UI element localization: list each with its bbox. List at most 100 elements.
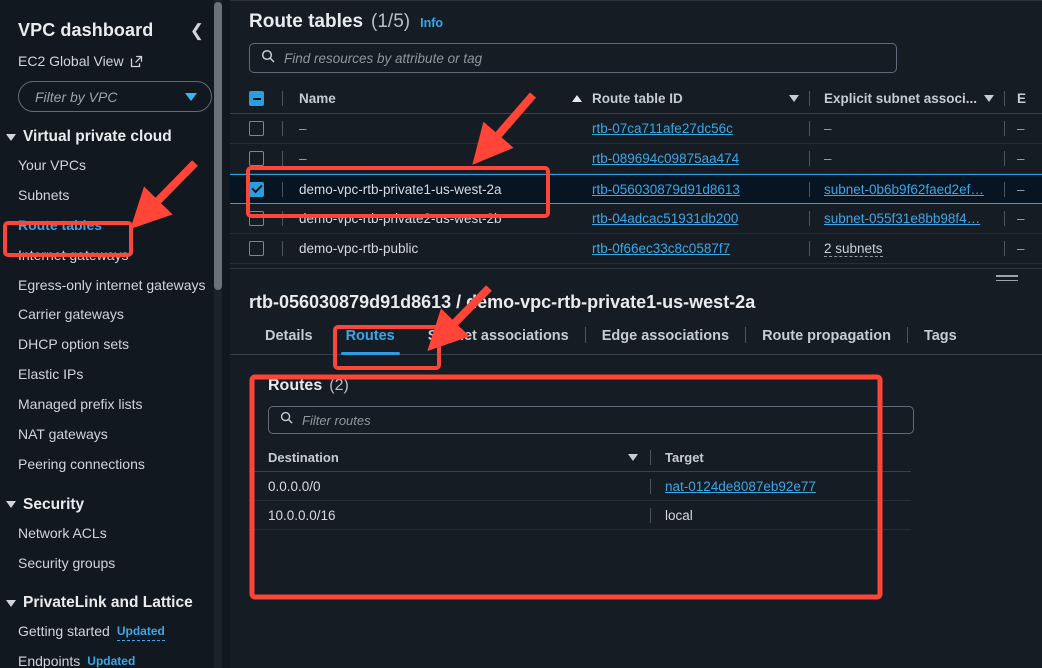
row-checkbox-cell — [249, 121, 282, 136]
column-header-explicit-subnet[interactable]: Explicit subnet associ... — [824, 91, 1004, 106]
explicit-subnet-value[interactable]: subnet-055f31e8bb98f4… — [824, 211, 980, 226]
cell-name: – — [299, 121, 592, 136]
sidebar-item-nat-gateways[interactable]: NAT gateways — [0, 420, 230, 450]
route-table-id-link[interactable]: rtb-056030879d91d8613 — [592, 182, 740, 197]
tab-route-propagation[interactable]: Route propagation — [746, 328, 907, 354]
sidebar-item-dhcp-option-sets[interactable]: DHCP option sets — [0, 330, 230, 360]
column-header-destination[interactable]: Destination — [268, 450, 650, 465]
sidebar-group-virtual-private-cloud[interactable]: Virtual private cloud — [0, 112, 230, 151]
sidebar-item-subnets[interactable]: Subnets — [0, 181, 230, 211]
tab-edge-associations[interactable]: Edge associations — [586, 328, 745, 354]
row-checkbox[interactable] — [249, 241, 264, 256]
sort-icon[interactable] — [984, 95, 994, 102]
table-row[interactable]: demo-vpc-rtb-publicrtb-0f66ec33c8c0587f7… — [230, 234, 1042, 264]
sidebar-item-carrier-gateways[interactable]: Carrier gateways — [0, 300, 230, 330]
chevron-down-icon[interactable] — [6, 501, 16, 508]
tab-label: Routes — [346, 328, 395, 344]
page-count: (1/5) — [371, 11, 410, 33]
sidebar-item-security-groups[interactable]: Security groups — [0, 549, 230, 579]
select-all-checkbox[interactable] — [249, 91, 264, 106]
sidebar-item-elastic-ips[interactable]: Elastic IPs — [0, 360, 230, 390]
tab-tags[interactable]: Tags — [908, 328, 973, 354]
tab-details[interactable]: Details — [249, 328, 329, 354]
table-row[interactable]: –rtb-089694c09875aa474–– — [230, 144, 1042, 174]
route-table-id-link[interactable]: rtb-0f66ec33c8c0587f7 — [592, 241, 730, 256]
column-divider — [809, 121, 810, 136]
table-row[interactable]: –rtb-07ca711afe27dc56c–– — [230, 114, 1042, 144]
cell-name: demo-vpc-rtb-private2-us-west-2b — [299, 211, 592, 226]
routes-table-row[interactable]: 0.0.0.0/0 nat-0124de8087eb92e77 — [249, 472, 911, 501]
sidebar-item-ec2-global-view[interactable]: EC2 Global View — [0, 41, 230, 69]
column-header-edge[interactable]: E — [1017, 91, 1042, 106]
search-placeholder: Find resources by attribute or tag — [284, 51, 482, 66]
sidebar-item-route-tables[interactable]: Route tables — [0, 211, 230, 241]
sidebar-item-internet-gateways[interactable]: Internet gateways — [0, 241, 230, 271]
sidebar-item-label: Route tables — [18, 217, 102, 233]
column-divider — [809, 182, 810, 197]
detail-panel-title: rtb-056030879d91d8613 / demo-vpc-rtb-pri… — [230, 286, 1042, 313]
updated-badge: Updated — [87, 653, 135, 668]
row-checkbox-cell — [249, 182, 282, 197]
sidebar-item-label: Endpoints — [18, 653, 80, 668]
table-row[interactable]: demo-vpc-rtb-private1-us-west-2artb-0560… — [230, 174, 1042, 204]
ec2-global-view-label: EC2 Global View — [18, 53, 124, 69]
row-checkbox-cell — [249, 211, 282, 226]
sort-ascending-icon[interactable] — [572, 95, 582, 102]
select-all-checkbox-cell — [249, 91, 282, 106]
column-header-target[interactable]: Target — [665, 450, 911, 465]
sidebar-item-egress-only-internet-gateways[interactable]: Egress-only internet gateways — [0, 271, 230, 301]
cell-explicit-subnet: subnet-0b6b9f62faed2ef… — [824, 182, 1004, 197]
cell-route-table-id: rtb-056030879d91d8613 — [592, 182, 809, 197]
filter-routes-input[interactable]: Filter routes — [268, 406, 914, 434]
sidebar-group-security[interactable]: Security — [0, 480, 230, 519]
column-header-route-table-id[interactable]: Route table ID — [592, 91, 809, 106]
chevron-left-icon[interactable]: ❮ — [186, 20, 208, 41]
route-table-id-link[interactable]: rtb-07ca711afe27dc56c — [592, 121, 733, 136]
sidebar-item-getting-started[interactable]: Getting startedUpdated — [0, 617, 230, 647]
cell-edge: – — [1017, 182, 1042, 197]
cell-route-table-id: rtb-0f66ec33c8c0587f7 — [592, 241, 809, 256]
search-input[interactable]: Find resources by attribute or tag — [249, 43, 897, 73]
page-title: Route tables — [249, 11, 363, 33]
cell-route-table-id: rtb-07ca711afe27dc56c — [592, 121, 809, 136]
page-header: Route tables (1/5) Info — [230, 1, 1042, 33]
row-checkbox[interactable] — [249, 121, 264, 136]
filter-by-vpc-select[interactable]: Filter by VPC — [18, 81, 212, 112]
sidebar-item-your-vpcs[interactable]: Your VPCs — [0, 151, 230, 181]
route-table-id-link[interactable]: rtb-089694c09875aa474 — [592, 151, 739, 166]
explicit-subnet-value[interactable]: subnet-0b6b9f62faed2ef… — [824, 182, 984, 197]
sidebar-scrollbar-thumb[interactable] — [214, 2, 222, 290]
filter-by-vpc-placeholder: Filter by VPC — [35, 89, 117, 105]
sidebar-group-privatelink-and-lattice[interactable]: PrivateLink and Lattice — [0, 578, 230, 617]
sidebar-item-endpoints[interactable]: Endpoints Updated — [0, 647, 230, 668]
sort-icon[interactable] — [789, 95, 799, 102]
cell-explicit-subnet: – — [824, 121, 1004, 136]
row-checkbox[interactable] — [249, 182, 264, 197]
column-header-target-label: Target — [665, 450, 704, 465]
cell-route-table-id: rtb-04adcac51931db200 — [592, 211, 809, 226]
chevron-down-icon[interactable] — [6, 600, 16, 607]
sidebar-item-network-acls[interactable]: Network ACLs — [0, 519, 230, 549]
row-checkbox[interactable] — [249, 151, 264, 166]
explicit-subnet-value[interactable]: 2 subnets — [824, 241, 883, 257]
sidebar-item-label: Carrier gateways — [18, 306, 124, 322]
route-table-id-link[interactable]: rtb-04adcac51931db200 — [592, 211, 738, 226]
column-header-name[interactable]: Name — [299, 91, 592, 106]
info-link[interactable]: Info — [420, 16, 443, 30]
row-checkbox[interactable] — [249, 211, 264, 226]
sidebar-item-managed-prefix-lists[interactable]: Managed prefix lists — [0, 390, 230, 420]
routes-table-row[interactable]: 10.0.0.0/16local — [249, 501, 911, 530]
column-divider — [650, 450, 651, 465]
sidebar-item-peering-connections[interactable]: Peering connections — [0, 450, 230, 480]
table-row[interactable]: demo-vpc-rtb-private2-us-west-2brtb-04ad… — [230, 204, 1042, 234]
sidebar-group-label: Security — [23, 496, 84, 514]
split-panel-resize-handle[interactable] — [996, 275, 1018, 283]
tab-routes[interactable]: Routes — [330, 328, 411, 354]
chevron-down-icon[interactable] — [6, 134, 16, 141]
cell-name: – — [299, 151, 592, 166]
destination-value: 0.0.0.0/0 — [268, 479, 321, 494]
sidebar-item-label: Your VPCs — [18, 157, 86, 173]
sort-icon[interactable] — [628, 454, 638, 461]
target-value[interactable]: nat-0124de8087eb92e77 — [665, 479, 816, 494]
tab-subnet-associations[interactable]: Subnet associations — [412, 328, 585, 354]
